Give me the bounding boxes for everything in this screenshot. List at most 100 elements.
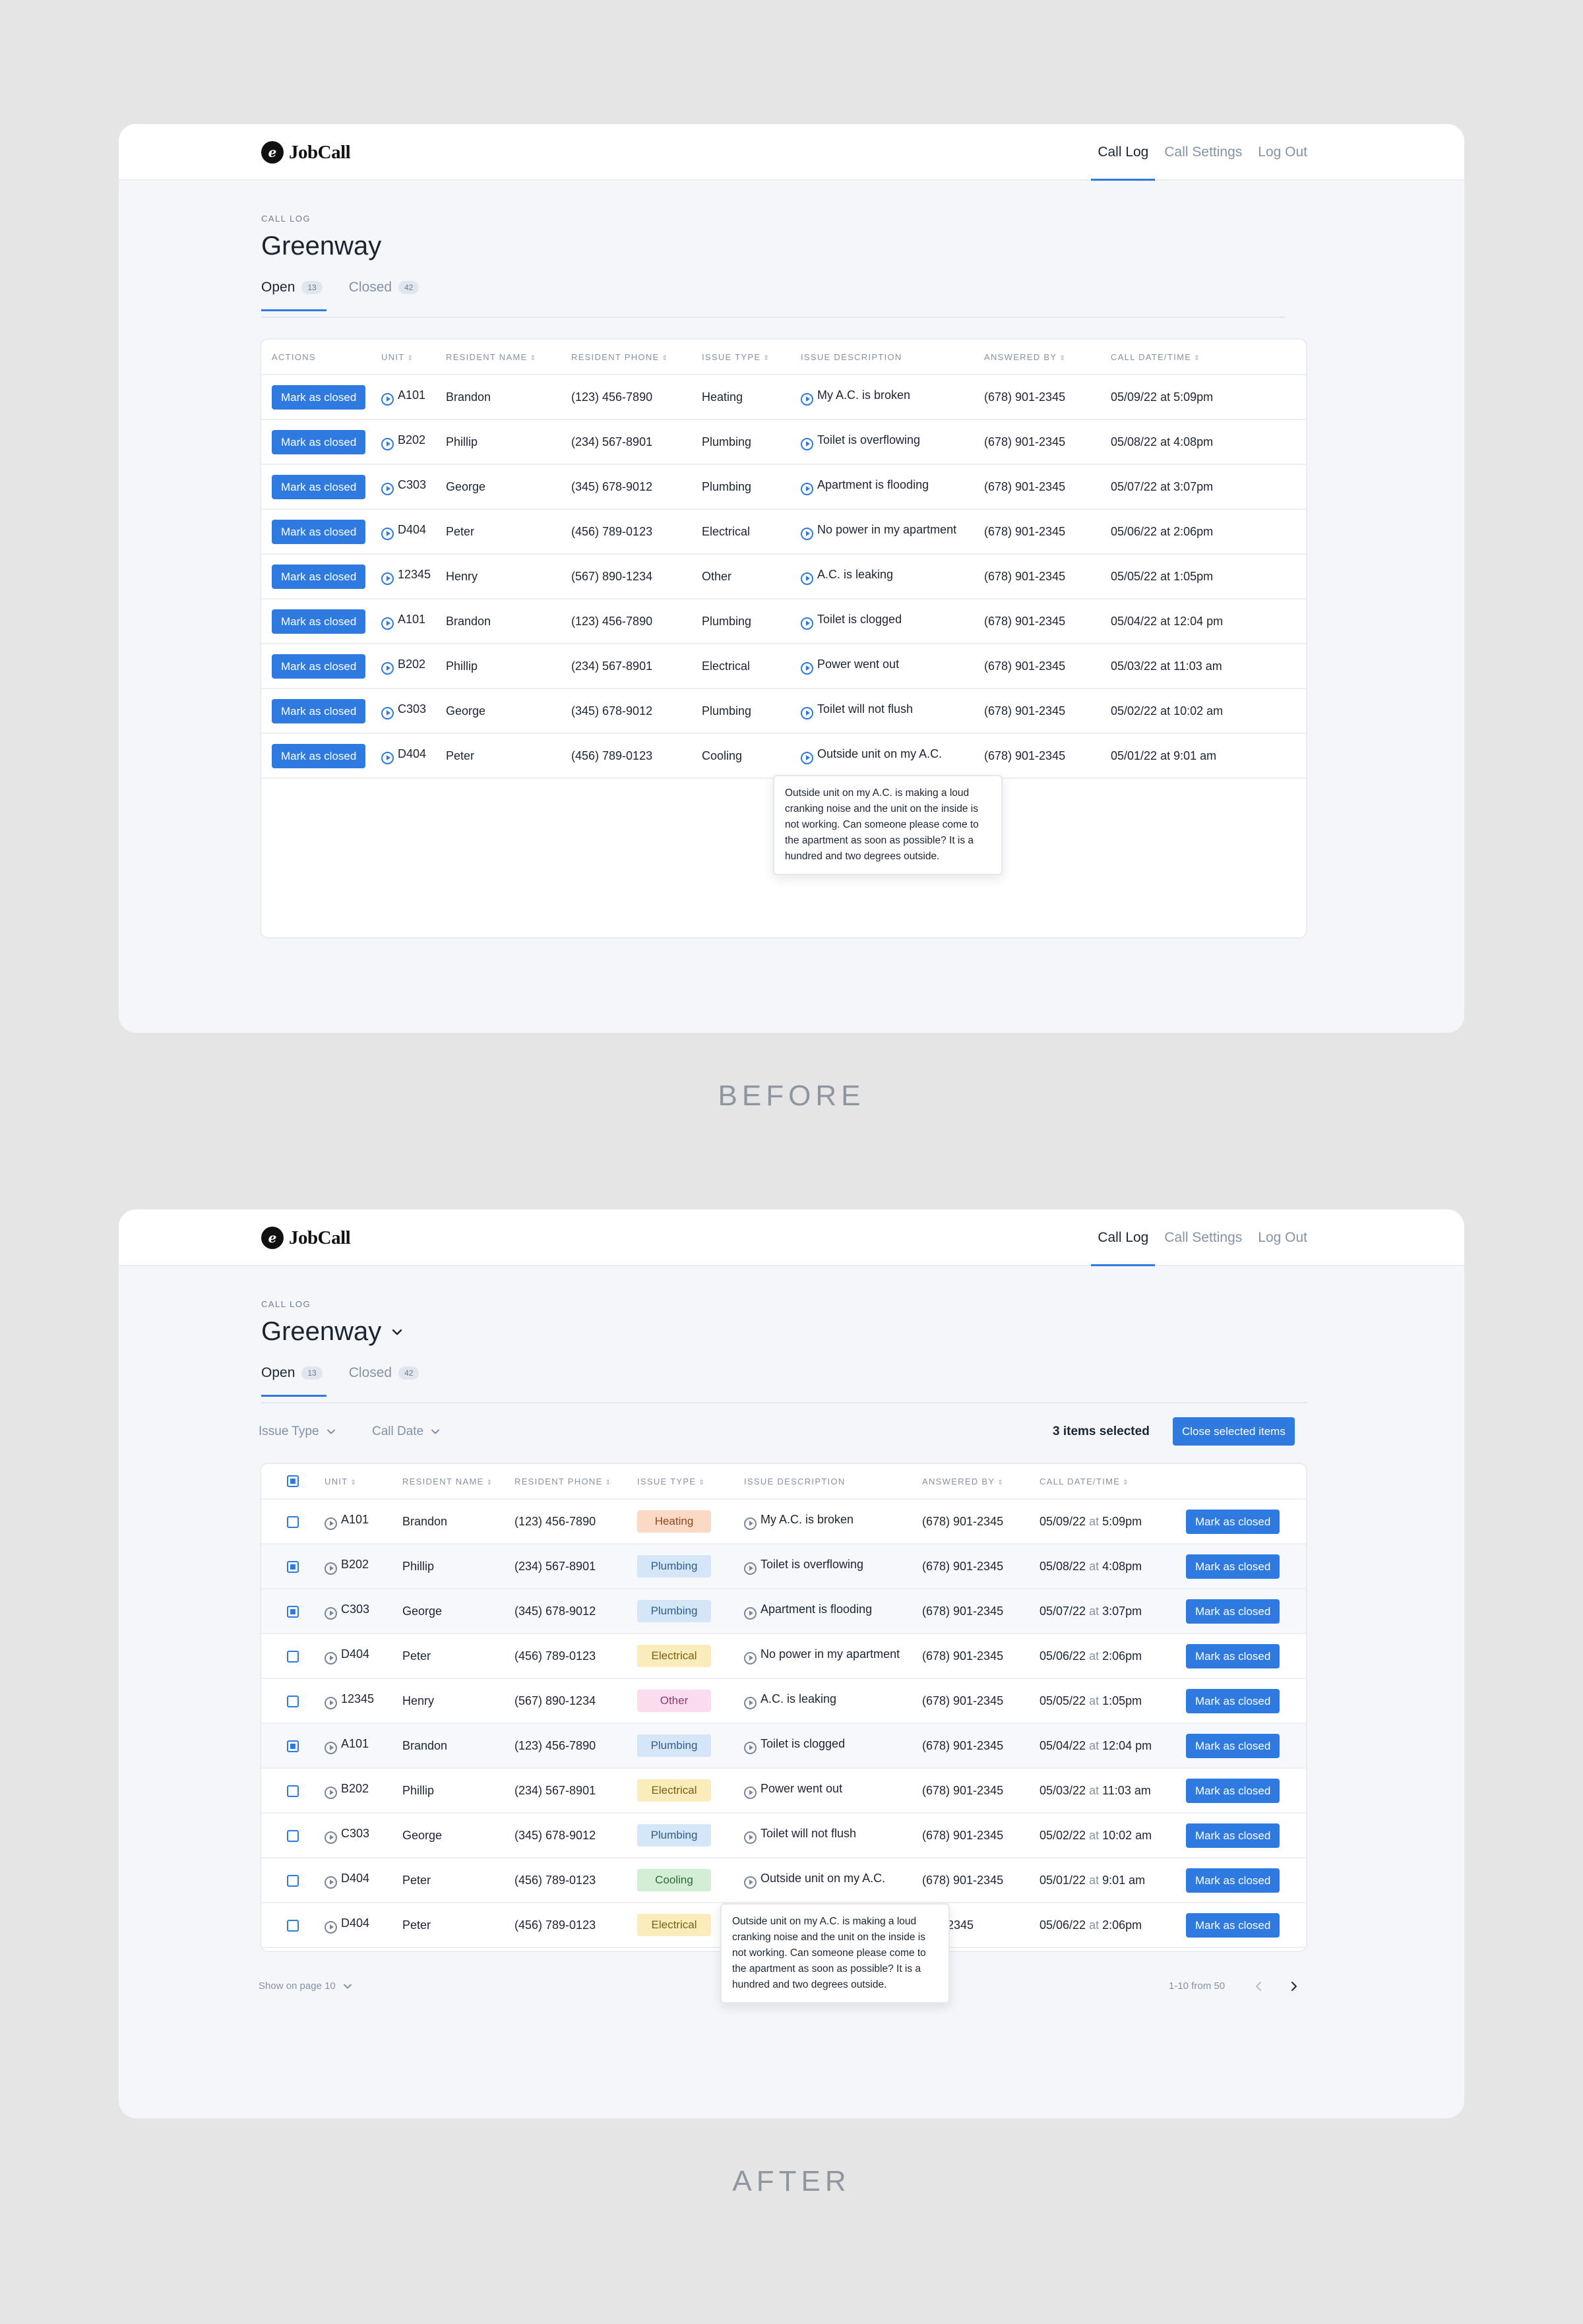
play-description-icon[interactable] [801, 617, 813, 630]
play-recording-icon[interactable] [381, 661, 394, 675]
nav-log-out[interactable]: Log Out [1258, 124, 1307, 181]
play-recording-icon[interactable] [325, 1831, 337, 1844]
play-description-icon[interactable] [801, 527, 813, 540]
mark-as-closed-button[interactable]: Mark as closed [1186, 1868, 1280, 1893]
play-description-icon[interactable] [801, 482, 813, 495]
issue-description[interactable]: Power went out [760, 1782, 842, 1795]
issue-description[interactable]: Power went out [817, 657, 899, 671]
nav-log-out[interactable]: Log Out [1258, 1209, 1307, 1266]
play-description-icon[interactable] [744, 1517, 757, 1530]
close-selected-button[interactable]: Close selected items [1173, 1417, 1295, 1446]
mark-as-closed-button[interactable]: Mark as closed [272, 743, 366, 768]
play-recording-icon[interactable] [325, 1741, 337, 1754]
mark-as-closed-button[interactable]: Mark as closed [272, 474, 366, 499]
chevron-left-icon[interactable] [1252, 1980, 1265, 1993]
play-description-icon[interactable] [801, 392, 813, 406]
nav-call-log[interactable]: Call Log [1091, 1209, 1156, 1266]
issue-description[interactable]: No power in my apartment [817, 523, 956, 536]
play-recording-icon[interactable] [325, 1696, 337, 1709]
issue-description[interactable]: Apartment is flooding [760, 1603, 872, 1616]
row-checkbox[interactable] [287, 1740, 299, 1752]
col-answered-by[interactable]: ANSWERED BY ⇕ [984, 340, 1111, 375]
play-description-icon[interactable] [744, 1831, 757, 1844]
nav-call-settings[interactable]: Call Settings [1164, 1209, 1242, 1266]
play-description-icon[interactable] [744, 1876, 757, 1889]
select-all-checkbox[interactable] [287, 1475, 299, 1487]
play-recording-icon[interactable] [381, 751, 394, 764]
mark-as-closed-button[interactable]: Mark as closed [272, 429, 366, 454]
issue-description[interactable]: Outside unit on my A.C. [760, 1872, 885, 1885]
col-unit[interactable]: UNIT ⇕ [381, 340, 446, 375]
issue-description[interactable]: Toilet will not flush [760, 1827, 856, 1840]
col-issue-type[interactable]: ISSUE TYPE ⇕ [702, 340, 801, 375]
row-checkbox[interactable] [287, 1785, 299, 1797]
play-recording-icon[interactable] [381, 482, 394, 495]
row-checkbox[interactable] [287, 1695, 299, 1707]
mark-as-closed-button[interactable]: Mark as closed [1186, 1778, 1280, 1803]
play-description-icon[interactable] [801, 661, 813, 675]
call-date-filter[interactable]: Call Date [372, 1424, 441, 1439]
col-issue-type[interactable]: ISSUE TYPE ⇕ [637, 1464, 744, 1500]
col-resident-name[interactable]: RESIDENT NAME ⇕ [446, 340, 571, 375]
mark-as-closed-button[interactable]: Mark as closed [1186, 1688, 1280, 1713]
issue-description[interactable]: Apartment is flooding [817, 478, 929, 491]
row-checkbox[interactable] [287, 1874, 299, 1887]
play-description-icon[interactable] [744, 1741, 757, 1754]
mark-as-closed-button[interactable]: Mark as closed [1186, 1554, 1280, 1579]
play-recording-icon[interactable] [325, 1651, 337, 1665]
play-recording-icon[interactable] [325, 1517, 337, 1530]
col-call-datetime[interactable]: CALL DATE/TIME ⇕ [1111, 340, 1306, 375]
play-recording-icon[interactable] [381, 572, 394, 585]
chevron-right-icon[interactable] [1288, 1980, 1301, 1993]
col-unit[interactable]: UNIT ⇕ [325, 1464, 402, 1500]
play-recording-icon[interactable] [325, 1606, 337, 1620]
play-recording-icon[interactable] [325, 1562, 337, 1575]
row-checkbox[interactable] [287, 1829, 299, 1842]
issue-description[interactable]: A.C. is leaking [817, 568, 893, 581]
play-recording-icon[interactable] [325, 1786, 337, 1799]
mark-as-closed-button[interactable]: Mark as closed [1186, 1912, 1280, 1938]
play-description-icon[interactable] [801, 437, 813, 450]
play-recording-icon[interactable] [381, 527, 394, 540]
issue-description[interactable]: Toilet is clogged [817, 613, 902, 626]
play-description-icon[interactable] [744, 1606, 757, 1620]
play-description-icon[interactable] [801, 751, 813, 764]
mark-as-closed-button[interactable]: Mark as closed [1186, 1643, 1280, 1668]
mark-as-closed-button[interactable]: Mark as closed [1186, 1599, 1280, 1624]
tab-closed[interactable]: Closed 42 [349, 280, 419, 295]
logo[interactable]: ℯ JobCall [261, 1227, 351, 1249]
play-recording-icon[interactable] [381, 706, 394, 719]
tab-open[interactable]: Open 13 [261, 1365, 326, 1397]
mark-as-closed-button[interactable]: Mark as closed [272, 519, 366, 544]
col-resident-name[interactable]: RESIDENT NAME ⇕ [402, 1464, 514, 1500]
col-answered-by[interactable]: ANSWERED BY ⇕ [922, 1464, 1040, 1500]
play-description-icon[interactable] [801, 572, 813, 585]
issue-type-filter[interactable]: Issue Type [259, 1424, 336, 1439]
issue-description[interactable]: No power in my apartment [760, 1647, 900, 1661]
play-description-icon[interactable] [744, 1651, 757, 1665]
issue-description[interactable]: Toilet will not flush [817, 702, 913, 716]
mark-as-closed-button[interactable]: Mark as closed [272, 698, 366, 723]
issue-description[interactable]: Toilet is overflowing [760, 1558, 863, 1571]
row-checkbox[interactable] [287, 1650, 299, 1663]
play-recording-icon[interactable] [381, 392, 394, 406]
row-checkbox[interactable] [287, 1515, 299, 1528]
issue-description[interactable]: Outside unit on my A.C. [817, 747, 942, 760]
mark-as-closed-button[interactable]: Mark as closed [1186, 1509, 1280, 1534]
row-checkbox[interactable] [287, 1605, 299, 1618]
col-resident-phone[interactable]: RESIDENT PHONE ⇕ [571, 340, 702, 375]
issue-description[interactable]: My A.C. is broken [817, 388, 910, 402]
play-description-icon[interactable] [744, 1696, 757, 1709]
mark-as-closed-button[interactable]: Mark as closed [272, 609, 366, 634]
nav-call-settings[interactable]: Call Settings [1164, 124, 1242, 181]
col-resident-phone[interactable]: RESIDENT PHONE ⇕ [514, 1464, 637, 1500]
page-size-selector[interactable]: Show on page 10 [259, 1980, 353, 1992]
mark-as-closed-button[interactable]: Mark as closed [272, 384, 366, 410]
play-description-icon[interactable] [744, 1562, 757, 1575]
nav-call-log[interactable]: Call Log [1091, 124, 1156, 181]
issue-description[interactable]: A.C. is leaking [760, 1692, 836, 1705]
play-recording-icon[interactable] [381, 437, 394, 450]
col-call-datetime[interactable]: CALL DATE/TIME ⇕ [1040, 1464, 1186, 1500]
issue-description[interactable]: My A.C. is broken [760, 1513, 854, 1526]
tab-open[interactable]: Open 13 [261, 280, 326, 311]
